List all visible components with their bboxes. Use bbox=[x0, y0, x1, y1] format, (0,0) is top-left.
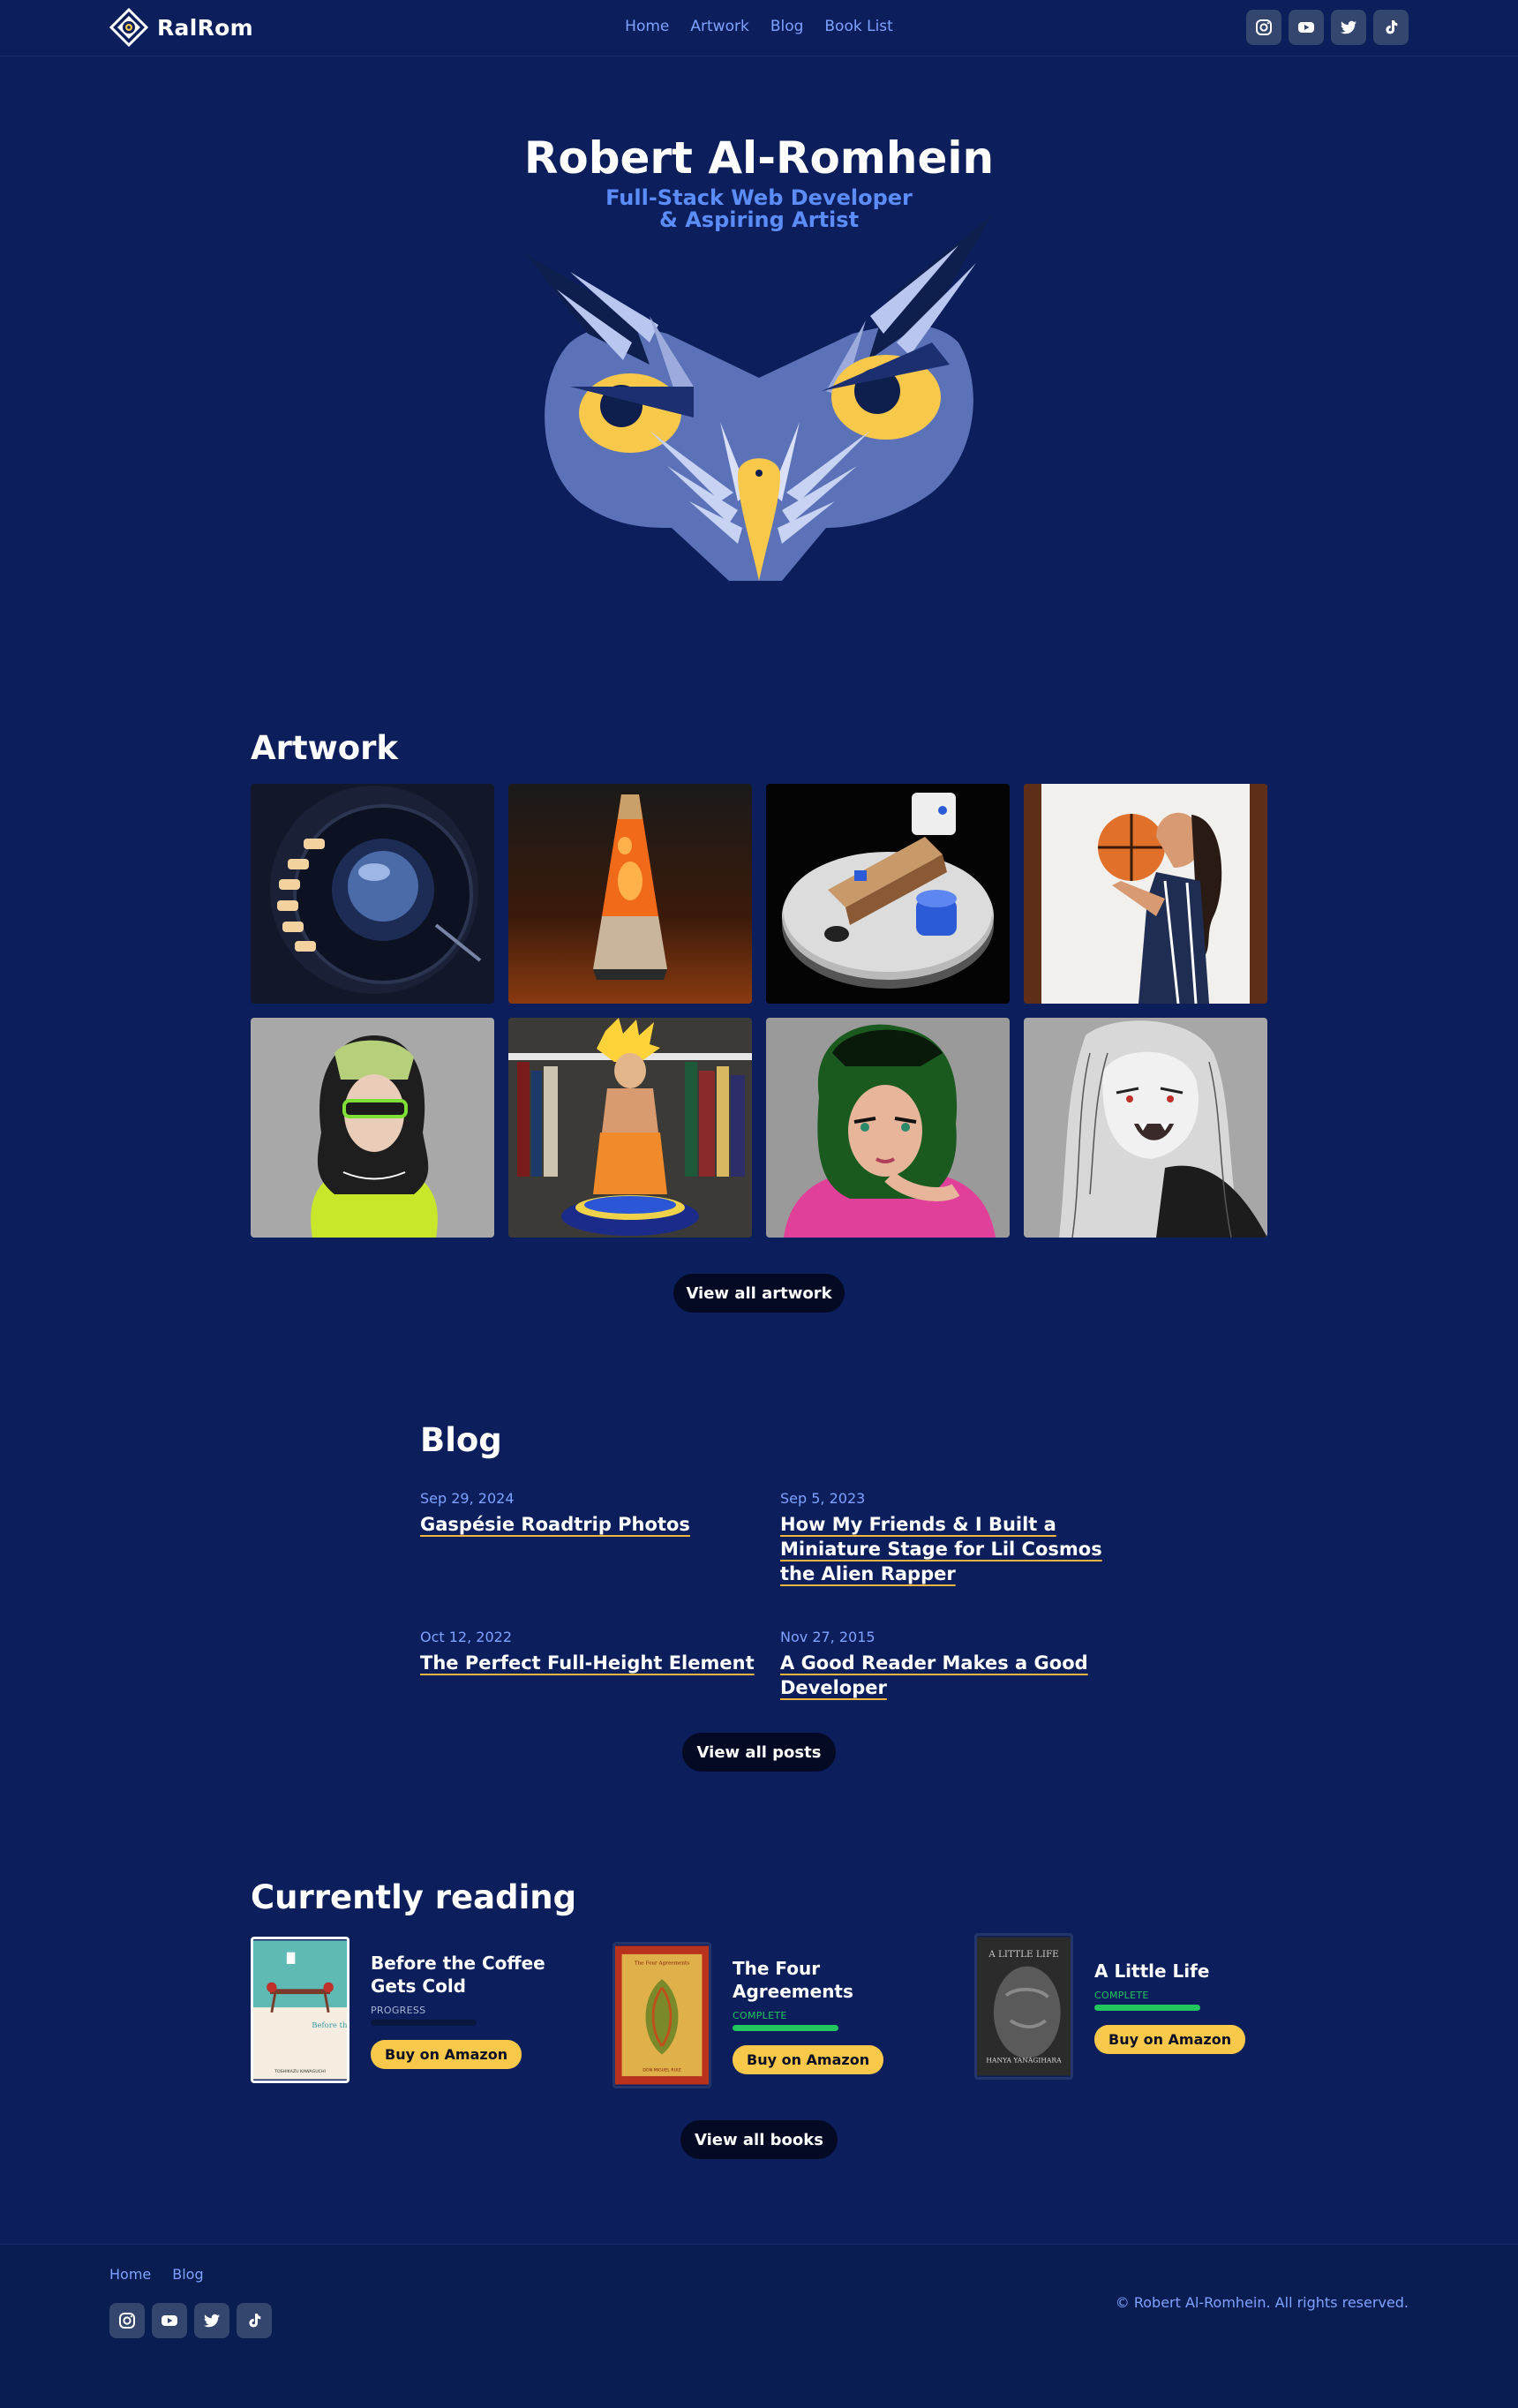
sketch-portrait-image bbox=[1024, 1018, 1267, 1238]
post-date: Oct 12, 2022 bbox=[420, 1629, 512, 1645]
footer-link-blog[interactable]: Blog bbox=[172, 2266, 203, 2283]
cover-author-text: HANYA YANAGIHARA bbox=[986, 2056, 1062, 2064]
book-progress-fill bbox=[733, 2024, 838, 2031]
view-all-books-button[interactable]: View all books bbox=[680, 2120, 838, 2159]
lava-lamp-image bbox=[508, 784, 752, 1004]
book-title[interactable]: Before the Coffee Gets Cold bbox=[371, 1952, 547, 1998]
reading-section-title: Currently reading bbox=[251, 1878, 577, 1916]
blog-post: Nov 27, 2015 A Good Reader Makes a Good … bbox=[780, 1629, 1124, 1700]
basketball-girl-image bbox=[1024, 784, 1267, 1004]
tiktok-link[interactable] bbox=[1373, 10, 1409, 45]
nav-link-blog[interactable]: Blog bbox=[770, 18, 804, 35]
post-date: Sep 5, 2023 bbox=[780, 1490, 866, 1507]
artwork-tile-knob-render[interactable] bbox=[251, 784, 494, 1004]
cover-author-text: TOSHIKAZU KAWAGUCHI bbox=[274, 2069, 326, 2074]
buy-on-amazon-button[interactable]: Buy on Amazon bbox=[371, 2039, 522, 2069]
owl-illustration bbox=[526, 215, 992, 581]
book-info: The Four Agreements COMPLETE Buy on Amaz… bbox=[733, 1957, 909, 2074]
site-footer: Home Blog © Robert Al-Romhein. All right… bbox=[0, 2244, 1518, 2408]
blog-post: Sep 5, 2023 How My Friends & I Built a M… bbox=[780, 1490, 1124, 1586]
book-card: Before the coffee gets cold TOSHIKAZU KA… bbox=[251, 1937, 547, 2083]
hero-subtitle-line-1: Full-Stack Web Developer bbox=[605, 185, 913, 210]
book-title[interactable]: The Four Agreements bbox=[733, 1957, 909, 2003]
blog-post: Sep 29, 2024 Gaspésie Roadtrip Photos bbox=[420, 1490, 764, 1537]
post-date: Sep 29, 2024 bbox=[420, 1490, 515, 1507]
artwork-grid bbox=[251, 784, 1268, 1238]
view-all-posts-button[interactable]: View all posts bbox=[682, 1733, 836, 1772]
book-cover-before-the-coffee[interactable]: Before the coffee gets cold TOSHIKAZU KA… bbox=[251, 1937, 349, 2083]
artwork-section-title: Artwork bbox=[251, 729, 399, 767]
footer-link-home[interactable]: Home bbox=[109, 2266, 151, 2283]
artwork-tile-miniature-stage[interactable] bbox=[766, 784, 1010, 1004]
blog-post: Oct 12, 2022 The Perfect Full-Height Ele… bbox=[420, 1629, 764, 1675]
footer-twitter-link[interactable] bbox=[194, 2303, 229, 2338]
nav-link-book-list[interactable]: Book List bbox=[824, 18, 892, 35]
instagram-icon bbox=[119, 2313, 135, 2329]
artwork-tile-pink-sweater-portrait[interactable] bbox=[766, 1018, 1010, 1238]
book-title[interactable]: A Little Life bbox=[1094, 1960, 1271, 1983]
footer-social-links bbox=[109, 2303, 272, 2338]
blog-section-title: Blog bbox=[420, 1421, 502, 1459]
post-title-link[interactable]: How My Friends & I Built a Miniature Sta… bbox=[780, 1514, 1102, 1584]
header-social-links bbox=[1246, 10, 1409, 45]
book-info: A Little Life COMPLETE Buy on Amazon bbox=[1094, 1960, 1271, 2054]
footer-nav: Home Blog bbox=[109, 2266, 204, 2283]
book-card: The Four Agreements DON MIGUEL RUIZ The … bbox=[612, 1942, 909, 2088]
nav-link-home[interactable]: Home bbox=[625, 18, 669, 35]
view-all-artwork-button[interactable]: View all artwork bbox=[673, 1274, 845, 1313]
book-status: PROGRESS bbox=[371, 2004, 426, 2016]
post-title-link[interactable]: Gaspésie Roadtrip Photos bbox=[420, 1514, 690, 1535]
tiktok-icon bbox=[1386, 20, 1398, 34]
artwork-tile-lava-lamp[interactable] bbox=[508, 784, 752, 1004]
youtube-icon bbox=[162, 2315, 177, 2326]
footer-instagram-link[interactable] bbox=[109, 2303, 145, 2338]
book-status: COMPLETE bbox=[733, 2009, 787, 2021]
youtube-link[interactable] bbox=[1289, 10, 1324, 45]
book-info: Before the Coffee Gets Cold PROGRESS Buy… bbox=[371, 1952, 547, 2069]
goku-figure-image bbox=[508, 1018, 752, 1238]
cover-title-text: Before the coffee gets cold bbox=[312, 2021, 347, 2030]
post-date: Nov 27, 2015 bbox=[780, 1629, 875, 1645]
book-cover-art: Before the coffee gets cold TOSHIKAZU KA… bbox=[253, 1940, 347, 2080]
top-navigation-bar: RalRom Home Artwork Blog Book List bbox=[0, 0, 1518, 56]
book-cover-art: A LITTLE LIFE HANYA YANAGIHARA bbox=[977, 1937, 1071, 2076]
pink-sweater-portrait-image bbox=[766, 1018, 1010, 1238]
green-hair-portrait-image bbox=[251, 1018, 494, 1238]
artwork-tile-basketball-girl[interactable] bbox=[1024, 784, 1267, 1004]
nav-link-artwork[interactable]: Artwork bbox=[690, 18, 748, 35]
book-cover-four-agreements[interactable]: The Four Agreements DON MIGUEL RUIZ bbox=[612, 1942, 711, 2088]
buy-on-amazon-button[interactable]: Buy on Amazon bbox=[1094, 2024, 1246, 2054]
footer-youtube-link[interactable] bbox=[152, 2303, 187, 2338]
footer-tiktok-link[interactable] bbox=[237, 2303, 272, 2338]
miniature-stage-image bbox=[766, 784, 1010, 1004]
copyright-text: © Robert Al-Romhein. All rights reserved… bbox=[1115, 2294, 1409, 2311]
book-progress-fill bbox=[1094, 2004, 1200, 2011]
post-title-link[interactable]: The Perfect Full-Height Element bbox=[420, 1652, 755, 1674]
cover-title-text: The Four Agreements bbox=[635, 1960, 689, 1966]
youtube-icon bbox=[1298, 22, 1314, 33]
book-progress-bar bbox=[1094, 2004, 1200, 2011]
hero-name: Robert Al-Romhein bbox=[523, 132, 995, 184]
twitter-link[interactable] bbox=[1331, 10, 1366, 45]
book-cover-a-little-life[interactable]: A LITTLE LIFE HANYA YANAGIHARA bbox=[974, 1933, 1073, 2080]
book-progress-bar bbox=[733, 2024, 838, 2031]
artwork-tile-green-hair-portrait[interactable] bbox=[251, 1018, 494, 1238]
book-card: A LITTLE LIFE HANYA YANAGIHARA A Little … bbox=[974, 1933, 1271, 2080]
book-cover-art: The Four Agreements DON MIGUEL RUIZ bbox=[615, 1945, 709, 2085]
tiktok-icon bbox=[249, 2314, 261, 2328]
buy-on-amazon-button[interactable]: Buy on Amazon bbox=[733, 2044, 884, 2074]
instagram-link[interactable] bbox=[1246, 10, 1281, 45]
instagram-icon bbox=[1256, 19, 1272, 35]
cover-title-text: A LITTLE LIFE bbox=[988, 1949, 1059, 1960]
knob-render-image bbox=[251, 784, 494, 1004]
post-title-link[interactable]: A Good Reader Makes a Good Developer bbox=[780, 1652, 1088, 1698]
artwork-tile-sketch-portrait[interactable] bbox=[1024, 1018, 1267, 1238]
twitter-icon bbox=[204, 2314, 220, 2328]
cover-author-text: DON MIGUEL RUIZ bbox=[643, 2067, 681, 2073]
artwork-tile-goku-figure[interactable] bbox=[508, 1018, 752, 1238]
book-status: COMPLETE bbox=[1094, 1989, 1149, 2001]
book-progress-bar bbox=[371, 2019, 477, 2026]
twitter-icon bbox=[1341, 20, 1356, 34]
